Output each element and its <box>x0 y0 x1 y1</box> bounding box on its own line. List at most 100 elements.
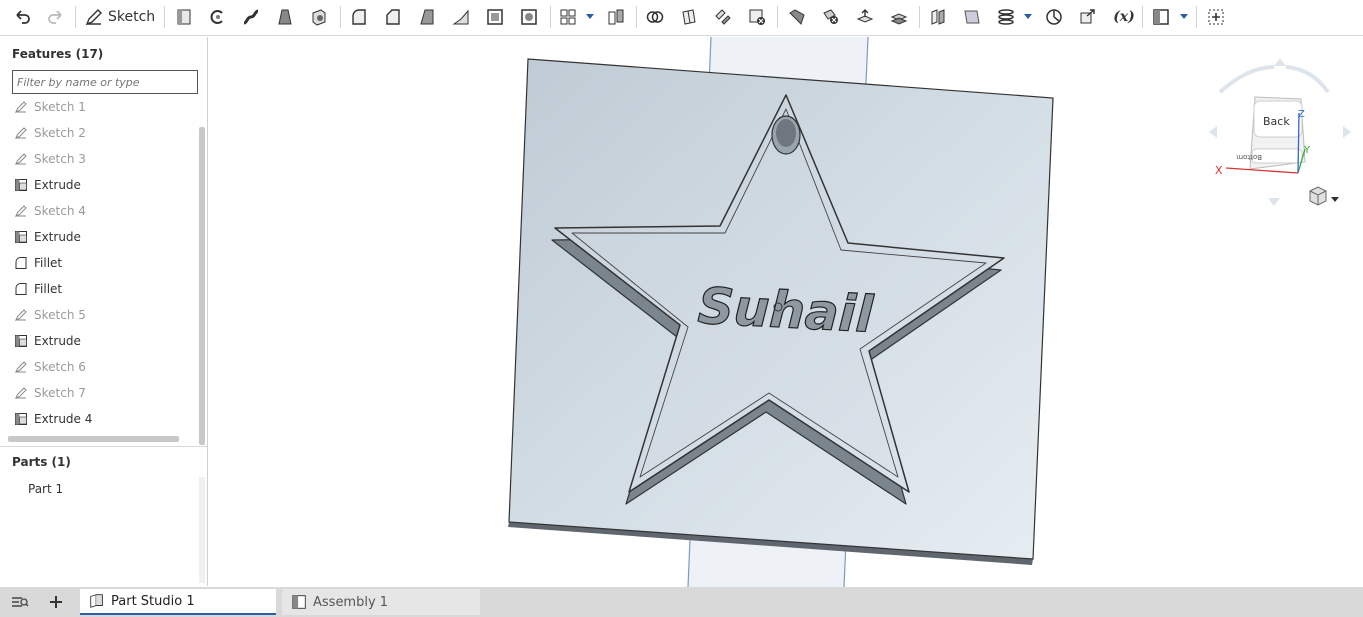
feature-item-extrude[interactable]: Extrude <box>14 329 81 353</box>
tab-assembly[interactable]: Assembly 1 <box>282 589 480 615</box>
chamfer-icon[interactable] <box>381 5 405 29</box>
draft-icon[interactable] <box>415 5 439 29</box>
derived-icon[interactable] <box>1076 5 1100 29</box>
feature-item-sketch[interactable]: Sketch 6 <box>14 355 86 379</box>
filter-input[interactable] <box>12 70 198 94</box>
helix-icon[interactable] <box>994 5 1018 29</box>
feature-item-sketch[interactable]: Sketch 3 <box>14 147 86 171</box>
chevron-down-icon[interactable] <box>1331 197 1339 202</box>
rotate-arrow-left[interactable] <box>1218 65 1275 94</box>
parts-scrollbar[interactable] <box>199 477 205 583</box>
pencil-icon <box>85 9 102 26</box>
feature-item-label: Sketch 4 <box>34 204 86 218</box>
features-title: Features (17) <box>12 47 104 61</box>
feature-item-label: Sketch 1 <box>34 100 86 114</box>
sketch-icon <box>15 309 27 321</box>
feature-item-fillet[interactable]: Fillet <box>14 277 62 301</box>
cube-bottom-label: Bottom <box>1236 153 1262 161</box>
arrow-down-icon[interactable] <box>1268 198 1280 206</box>
thicken-icon[interactable] <box>307 5 331 29</box>
extrude-icon <box>15 335 27 347</box>
add-tab-icon[interactable] <box>44 592 68 612</box>
feature-list: Sketch 1 Sketch 2 Sketch 3 Extrude Sketch 4 E… <box>0 95 200 435</box>
redo-icon[interactable] <box>44 5 68 29</box>
plane-icon[interactable] <box>960 5 984 29</box>
fillet-icon <box>15 283 27 295</box>
axis-x-label: X <box>1215 164 1223 177</box>
feature-item-sketch[interactable]: Sketch 7 <box>14 381 86 405</box>
feature-item-sketch[interactable]: Sketch 1 <box>14 95 86 119</box>
feature-item-label: Sketch 2 <box>34 126 86 140</box>
feature-list-scrollbar[interactable] <box>199 127 205 445</box>
view-options-dropdown[interactable] <box>1309 186 1339 206</box>
fillet-icon[interactable] <box>347 5 371 29</box>
axis-x <box>1225 167 1299 174</box>
pattern-icon[interactable] <box>556 5 580 29</box>
arrow-left-icon[interactable] <box>1209 126 1217 138</box>
arrow-up-icon[interactable] <box>1274 58 1286 66</box>
arrow-right-icon[interactable] <box>1343 126 1351 138</box>
part-studio-icon <box>90 594 103 608</box>
feature-item-sketch[interactable]: Sketch 4 <box>14 199 86 223</box>
feature-item-label: Fillet <box>34 282 63 296</box>
custom-features-icon[interactable] <box>1149 5 1173 29</box>
feature-item-label: Fillet <box>34 256 63 270</box>
variable-icon[interactable]: (x) <box>1109 5 1139 29</box>
delete-part-icon[interactable] <box>745 5 769 29</box>
delete-face-icon[interactable] <box>819 5 843 29</box>
revolve-icon[interactable] <box>205 5 229 29</box>
feature-list-hscrollbar[interactable] <box>8 436 179 442</box>
mirror-icon[interactable] <box>604 5 628 29</box>
tab-manager-icon[interactable] <box>8 592 32 612</box>
toolbar-separator <box>340 6 341 28</box>
view-cube[interactable]: Back Bottom X Y Z <box>1209 58 1351 206</box>
chevron-down-icon[interactable] <box>1180 14 1188 19</box>
graphics-viewport[interactable]: Suhail Back Bottom X Y Z <box>208 37 1363 587</box>
sweep-icon[interactable] <box>239 5 263 29</box>
toolbar-separator <box>919 6 920 28</box>
tab-bar: Part Studio 1 Assembly 1 <box>0 587 1363 617</box>
shell-icon[interactable] <box>483 5 507 29</box>
offset-surface-icon[interactable] <box>926 5 950 29</box>
modify-fillet-icon[interactable] <box>785 5 809 29</box>
cube-face-label: Back <box>1263 115 1290 128</box>
extrude-icon <box>15 413 27 425</box>
sketch-button-label: Sketch <box>108 9 156 25</box>
divider <box>0 446 207 447</box>
sketch-icon <box>15 361 27 373</box>
split-icon[interactable] <box>677 5 701 29</box>
loft-icon[interactable] <box>273 5 297 29</box>
toolbar-separator <box>75 6 76 28</box>
toolbar-separator <box>1196 6 1197 28</box>
undo-icon[interactable] <box>10 5 34 29</box>
feature-item-extrude[interactable]: Extrude <box>14 225 81 249</box>
tab-label: Part Studio 1 <box>111 593 195 609</box>
add-custom-feature-icon[interactable] <box>1204 5 1228 29</box>
mate-connector-icon[interactable] <box>1042 5 1066 29</box>
feature-item-fillet[interactable]: Fillet <box>14 251 62 275</box>
chevron-down-icon[interactable] <box>1024 14 1032 19</box>
chevron-down-icon[interactable] <box>586 14 594 19</box>
feature-item-extrude[interactable]: Extrude 4 <box>14 407 92 431</box>
extrude-icon[interactable] <box>172 5 196 29</box>
boolean-icon[interactable] <box>643 5 667 29</box>
feature-item-extrude[interactable]: Extrude <box>14 173 81 197</box>
rib-icon[interactable] <box>449 5 473 29</box>
model-canvas[interactable]: Suhail Back Bottom X Y Z <box>208 37 1363 587</box>
transform-icon[interactable] <box>711 5 735 29</box>
replace-face-icon[interactable] <box>887 5 911 29</box>
feature-item-label: Sketch 5 <box>34 308 86 322</box>
hole-icon[interactable] <box>517 5 541 29</box>
toolbar: Sketch (x) <box>0 0 1363 36</box>
move-face-icon[interactable] <box>853 5 877 29</box>
sketch-button[interactable]: Sketch <box>84 5 155 29</box>
part-item[interactable]: Part 1 <box>28 482 63 496</box>
axis-y-label: Y <box>1303 145 1311 156</box>
toolbar-separator <box>550 6 551 28</box>
rotate-arrow-right[interactable] <box>1285 65 1330 94</box>
feature-item-sketch[interactable]: Sketch 5 <box>14 303 86 327</box>
feature-item-sketch[interactable]: Sketch 2 <box>14 121 86 145</box>
feature-item-label: Sketch 3 <box>34 152 86 166</box>
tab-part-studio[interactable]: Part Studio 1 <box>80 589 276 615</box>
feature-panel: Features (17) Sketch 1 Sketch 2 Sketch 3 Ex… <box>0 37 208 586</box>
